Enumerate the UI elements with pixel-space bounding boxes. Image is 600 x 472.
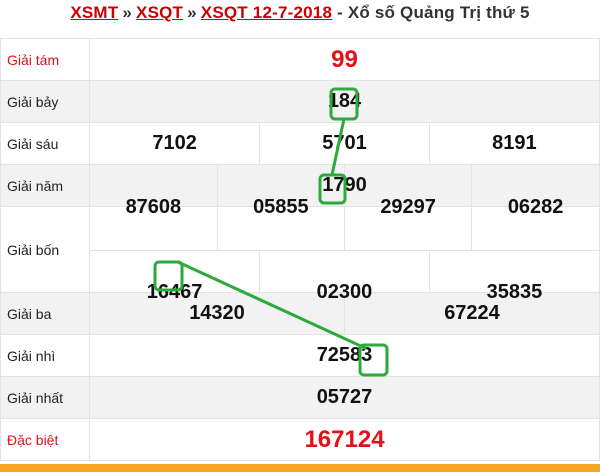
prize-label-g1: Giải nhất xyxy=(0,376,90,419)
prize-label-g2: Giải nhì xyxy=(0,334,90,377)
prize-value-g6: 8191 xyxy=(428,123,599,164)
page-title: - Xổ số Quảng Trị thứ 5 xyxy=(337,3,530,22)
bottom-accent-bar xyxy=(0,464,600,472)
prize-row-g1: Giải nhất 05727 xyxy=(0,376,600,419)
breadcrumb-xsmt[interactable]: XSMT xyxy=(70,3,118,22)
prize-label-g6: Giải sáu xyxy=(0,122,90,165)
prize-row-g6: Giải sáu 7102 5701 8191 xyxy=(0,122,600,165)
prize-value-g6: 5701 xyxy=(259,123,430,164)
prize-value-g4: 06282 xyxy=(471,164,599,250)
prize-value-g7: 184 xyxy=(89,80,600,123)
breadcrumb-separator: » xyxy=(122,3,133,22)
prize-value-g6: 7102 xyxy=(152,132,197,154)
prize-label-g4: Giải bốn xyxy=(0,206,90,293)
prize-value-g4: 87608 xyxy=(125,195,182,218)
prize-value-g2: 72583 xyxy=(89,334,600,377)
prize-value-g1: 05727 xyxy=(89,376,600,419)
breadcrumb-separator: » xyxy=(187,3,197,22)
prize-value-g3: 67224 xyxy=(344,293,599,334)
prize-row-g7: Giải bảy 184 xyxy=(0,80,600,123)
prize-label-g3: Giải ba xyxy=(0,292,90,335)
prize-row-db: Đặc biệt 167124 xyxy=(0,418,600,461)
prize-label-g5: Giải năm xyxy=(0,164,90,207)
prize-row-g4: Giải bốn 87608 05855 29297 06282 16467 0… xyxy=(0,164,600,335)
prize-row-g8: Giải tám 99 xyxy=(0,38,600,81)
prize-label-g7: Giải bảy xyxy=(0,80,90,123)
prize-row-g2: Giải nhì 72583 xyxy=(0,334,600,377)
prize-label-g8: Giải tám xyxy=(0,38,90,81)
prize-value-g3: 14320 xyxy=(90,293,345,334)
lottery-results-table: Giải tám 99 Giải bảy 184 Giải sáu 7102 5… xyxy=(0,38,600,461)
breadcrumb-xsqt[interactable]: XSQT xyxy=(136,3,183,22)
prize-value-g8: 99 xyxy=(89,38,600,81)
page-header: XSMT» XSQT» XSQT 12-7-2018 - Xổ số Quảng T… xyxy=(0,0,600,38)
prize-value-db: 167124 xyxy=(89,418,600,461)
prize-label-db: Đặc biệt xyxy=(0,418,90,461)
breadcrumb-xsqt-date[interactable]: XSQT 12-7-2018 xyxy=(201,3,332,22)
